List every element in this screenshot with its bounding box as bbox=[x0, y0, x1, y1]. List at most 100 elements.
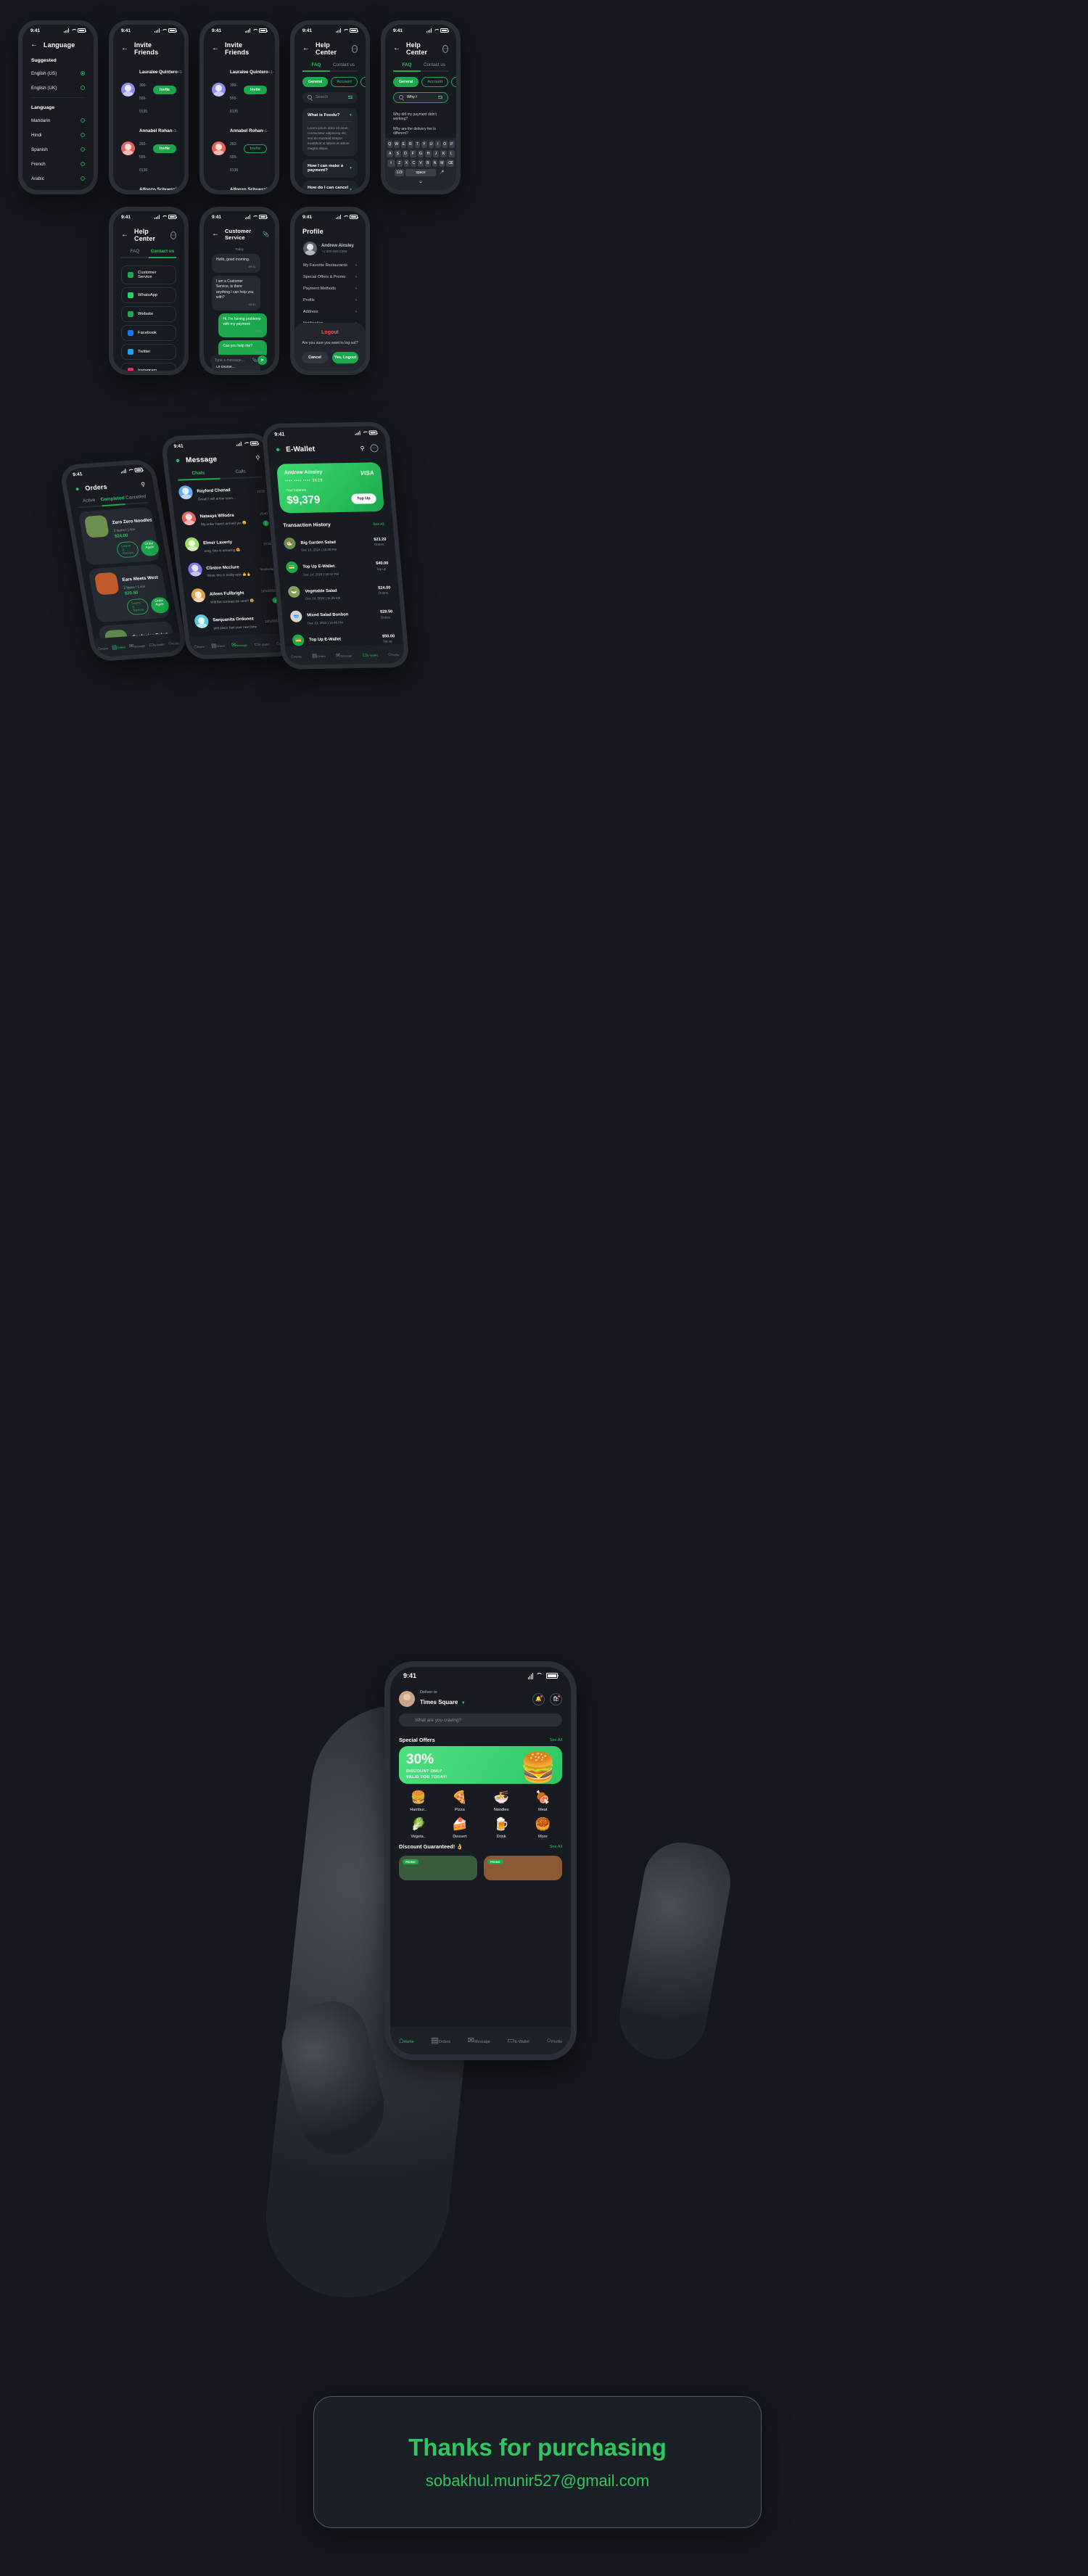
tab-message[interactable]: ✉Message bbox=[468, 2033, 490, 2046]
key[interactable]: V bbox=[418, 160, 424, 167]
see-all-link[interactable]: See All bbox=[373, 522, 384, 526]
cart-icon[interactable]: 🛍 bbox=[550, 1692, 562, 1705]
radio-icon[interactable] bbox=[80, 85, 85, 91]
cancel-button[interactable]: Cancel bbox=[302, 352, 328, 363]
language-option-row[interactable]: English (US) bbox=[22, 66, 94, 81]
backspace-key[interactable]: ⌫ bbox=[446, 160, 455, 167]
tab-profile[interactable]: ○Profile bbox=[387, 646, 400, 659]
tab-contact-us[interactable]: Contact us bbox=[149, 249, 176, 257]
filter-icon[interactable] bbox=[438, 95, 442, 99]
faq-card[interactable]: How I can make a payment? ▼ bbox=[302, 159, 358, 178]
key[interactable]: Q bbox=[387, 141, 392, 148]
tab-orders[interactable]: ▤Orders bbox=[311, 647, 326, 660]
confirm-logout-button[interactable]: Yes, Logout bbox=[332, 352, 358, 363]
faq-question-row[interactable]: How I can make a payment? ▼ bbox=[308, 164, 353, 173]
tab-faq[interactable]: FAQ bbox=[302, 62, 330, 70]
language-option-row[interactable]: Spanish bbox=[22, 142, 94, 157]
shift-key[interactable]: ⇧ bbox=[387, 160, 395, 167]
key[interactable]: T bbox=[414, 141, 420, 148]
profile-menu-item[interactable]: Special Offers & Promo › bbox=[294, 271, 366, 283]
chip-account[interactable]: Account bbox=[331, 76, 358, 87]
category-vegetable[interactable]: 🥬 Vegeta.. bbox=[397, 1818, 439, 1839]
language-option-row[interactable]: French bbox=[22, 157, 94, 171]
profile-menu-item[interactable]: Address › bbox=[294, 306, 366, 318]
transaction-row[interactable]: 🥣 Mixed Salad Bonbon Dec 13, 2024 | 14:46 … bbox=[281, 602, 402, 628]
category-hamburger[interactable]: 🍔 Hambur.. bbox=[397, 1791, 439, 1812]
tab-message[interactable]: ✉Message bbox=[335, 647, 352, 660]
back-icon[interactable]: ← bbox=[393, 45, 400, 52]
search-bar[interactable]: Why I bbox=[393, 91, 448, 103]
faq-card[interactable]: How do I can cancel orders?▼ bbox=[302, 181, 358, 190]
tab-ewallet[interactable]: ▭E-Wallet bbox=[147, 635, 165, 649]
back-icon[interactable]: ← bbox=[302, 45, 310, 52]
search-result[interactable]: Why did my payment didn't working? bbox=[393, 110, 448, 124]
more-icon[interactable]: ⋯ bbox=[352, 44, 358, 53]
chevron-down-icon[interactable]: ▼ bbox=[349, 113, 353, 118]
message-input[interactable]: Type a message... bbox=[215, 358, 249, 363]
chip-account[interactable]: Account bbox=[421, 76, 449, 87]
chip-service[interactable]: Service bbox=[451, 76, 456, 87]
profile-menu-item[interactable]: My Favorite Restaurants › bbox=[294, 260, 366, 271]
tab-home[interactable]: ⌂Home bbox=[96, 640, 109, 654]
contact-item-customer-service[interactable]: Customer Service bbox=[121, 265, 176, 284]
radio-icon[interactable] bbox=[80, 118, 85, 123]
tab-faq[interactable]: FAQ bbox=[393, 62, 421, 70]
search-input[interactable]: Why I bbox=[407, 95, 434, 99]
chevron-down-icon[interactable]: ▼ bbox=[461, 1701, 466, 1705]
key[interactable]: A bbox=[387, 150, 394, 157]
contact-item-instagram[interactable]: Instagram bbox=[121, 362, 176, 371]
search-input[interactable]: Search bbox=[316, 95, 345, 99]
order-again-button[interactable]: Order Again bbox=[139, 539, 160, 556]
tab-ewallet[interactable]: ▭E-Wallet bbox=[361, 646, 378, 659]
tab-message[interactable]: ✉Message bbox=[231, 636, 248, 650]
key[interactable]: H bbox=[425, 150, 432, 157]
category-drink[interactable]: 🍺 Drink bbox=[481, 1818, 522, 1839]
key[interactable]: J bbox=[432, 150, 440, 157]
invite-button[interactable]: Invite bbox=[152, 85, 176, 94]
order-again-button[interactable]: Order Again bbox=[149, 596, 170, 614]
chat-list-item[interactable]: Clinton Mcclure Wow, this is really epic … bbox=[179, 554, 283, 583]
profile-menu-item[interactable]: Payment Methods › bbox=[294, 283, 366, 295]
key[interactable]: G bbox=[417, 150, 424, 157]
key[interactable]: X bbox=[403, 160, 410, 167]
contact-item-website[interactable]: Website bbox=[121, 305, 176, 322]
tab-message[interactable]: ✉Message bbox=[128, 637, 146, 651]
invite-button[interactable]: Invite bbox=[243, 144, 267, 153]
more-icon[interactable]: ⋯ bbox=[370, 444, 379, 453]
tab-ewallet[interactable]: ▭E-Wallet bbox=[507, 2033, 529, 2046]
key[interactable]: R bbox=[408, 141, 413, 148]
key[interactable]: C bbox=[411, 160, 417, 167]
filter-icon[interactable] bbox=[348, 95, 353, 99]
attachment-icon[interactable]: 📎 bbox=[252, 358, 257, 363]
order-card[interactable]: Ears Meets West 2 Items | 1 Km $20.50 Le… bbox=[88, 563, 170, 622]
search-icon[interactable]: ⚲ bbox=[141, 481, 146, 487]
notification-bell-icon[interactable]: 🔔 bbox=[532, 1692, 545, 1705]
search-bar[interactable]: What are you craving? bbox=[399, 1713, 562, 1727]
language-option-row[interactable]: Bengali bbox=[22, 186, 94, 190]
back-icon[interactable]: ← bbox=[212, 231, 219, 238]
leave-review-button[interactable]: Leave a Review bbox=[115, 540, 140, 559]
chat-list-item[interactable]: Natasya Wilodra My order hasn't arrived y… bbox=[173, 501, 277, 532]
contact-item-whatsapp[interactable]: WhatsApp bbox=[121, 287, 176, 303]
language-option-row[interactable]: Mandarin bbox=[22, 113, 94, 128]
chip-service[interactable]: Service bbox=[360, 76, 366, 87]
key[interactable]: D bbox=[402, 150, 409, 157]
tab-profile[interactable]: ○Profile bbox=[167, 635, 180, 649]
chevron-down-icon[interactable]: ▼ bbox=[349, 166, 353, 170]
top-up-button[interactable]: Top Up bbox=[350, 493, 377, 504]
category-noodles[interactable]: 🍜 Noodles bbox=[481, 1791, 522, 1812]
chip-general[interactable]: General bbox=[393, 76, 419, 87]
back-icon[interactable]: ← bbox=[212, 45, 219, 52]
key[interactable]: W bbox=[394, 141, 400, 148]
key[interactable]: Z bbox=[396, 160, 403, 167]
search-result[interactable]: Why are the delivery fee is different? bbox=[393, 124, 448, 139]
key[interactable]: O bbox=[442, 141, 448, 148]
mic-icon[interactable]: 🎤 bbox=[437, 169, 447, 176]
profile-menu-item[interactable]: Profile › bbox=[294, 295, 366, 306]
tab-home[interactable]: ⌂Home bbox=[399, 2033, 414, 2046]
contact-item-twitter[interactable]: Twitter bbox=[121, 343, 176, 360]
avatar[interactable] bbox=[399, 1691, 415, 1707]
language-option-row[interactable]: English (UK) bbox=[22, 81, 94, 95]
chip-general[interactable]: General bbox=[302, 76, 329, 87]
transaction-row[interactable]: 💳 Top Up E-Wallet Dec 14, 2024 | 16:42 PM $… bbox=[277, 554, 397, 580]
